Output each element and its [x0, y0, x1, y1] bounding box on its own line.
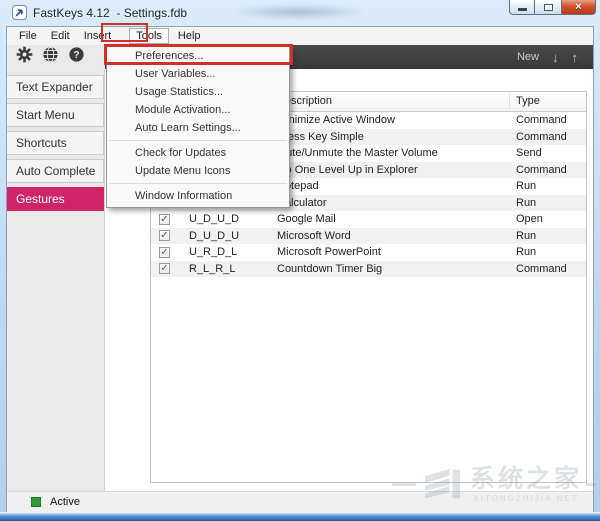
app-icon [12, 5, 27, 25]
watermark-subtitle: XITONGZHIJIA.NET [473, 494, 578, 503]
gesture-type: Open [516, 211, 543, 228]
table-row[interactable]: R_L_R_L Countdown Timer Big Command [151, 261, 586, 278]
quick-toolbar: ? [7, 45, 105, 69]
menu-separator [109, 140, 287, 141]
gesture-pattern: D_U_D_U [189, 228, 274, 245]
annotation-box-tools [101, 23, 148, 42]
tools-dropdown-menu: Preferences... User Variables... Usage S… [106, 44, 290, 208]
title-bar[interactable]: FastKeys 4.12 - Settings.fdb × [0, 0, 600, 26]
sidebar: Text Expander Start Menu Shortcuts Auto … [7, 69, 105, 491]
menu-item-check-for-updates[interactable]: Check for Updates [107, 144, 289, 162]
globe-icon[interactable] [42, 46, 59, 68]
table-row[interactable]: D_U_D_U Microsoft Word Run [151, 228, 586, 245]
close-button[interactable]: × [561, 0, 596, 15]
sidebar-item-shortcuts[interactable]: Shortcuts [7, 131, 104, 155]
screenshot-root: FastKeys 4.12 - Settings.fdb × File Edit… [0, 0, 600, 521]
gesture-description: Microsoft PowerPoint [277, 244, 582, 261]
sidebar-item-text-expander[interactable]: Text Expander [7, 75, 104, 99]
window-controls: × [509, 0, 596, 15]
gesture-description: Calculator [277, 195, 582, 212]
gesture-type: Command [516, 162, 567, 179]
table-row[interactable]: U_R_D_L Microsoft PowerPoint Run [151, 244, 586, 261]
new-button[interactable]: New [517, 51, 539, 63]
window-title: FastKeys 4.12 - Settings.fdb [33, 6, 187, 20]
gesture-pattern: R_L_R_L [189, 261, 274, 278]
taskbar-edge[interactable] [0, 512, 600, 521]
gesture-pattern: U_D_U_D [189, 211, 274, 228]
gesture-type: Run [516, 195, 536, 212]
menu-separator [109, 183, 287, 184]
minimize-icon [518, 8, 527, 11]
gesture-type: Command [516, 261, 567, 278]
watermark-text: 系统之家 XITONGZHIJIA.NET [470, 466, 582, 503]
menu-item-module-activation[interactable]: Module Activation... [107, 101, 289, 119]
menu-item-update-menu-icons[interactable]: Update Menu Icons [107, 162, 289, 180]
gesture-type: Run [516, 244, 536, 261]
row-checkbox[interactable] [159, 263, 170, 274]
help-icon[interactable]: ? [68, 46, 85, 68]
gesture-type: Send [516, 145, 542, 162]
annotation-box-preferences [104, 44, 293, 65]
menu-item-user-variables[interactable]: User Variables... [107, 65, 289, 83]
gesture-type: Run [516, 228, 536, 245]
maximize-icon [544, 4, 553, 11]
watermark: 系统之家 XITONGZHIJIA.NET [392, 465, 596, 503]
sidebar-item-start-menu[interactable]: Start Menu [7, 103, 104, 127]
active-status-label: Active [50, 496, 80, 508]
header-type[interactable]: Type [516, 95, 540, 107]
app-window: File Edit Insert Tools Help [6, 26, 594, 512]
menu-edit[interactable]: Edit [44, 29, 77, 43]
svg-text:?: ? [73, 50, 79, 61]
column-separator [509, 94, 510, 109]
minimize-button[interactable] [509, 0, 535, 15]
watermark-logo-icon [421, 465, 465, 503]
move-down-icon[interactable]: ↓ [552, 50, 559, 65]
menu-item-usage-statistics[interactable]: Usage Statistics... [107, 83, 289, 101]
sidebar-item-auto-complete[interactable]: Auto Complete [7, 159, 104, 183]
gesture-description: Microsoft Word [277, 228, 582, 245]
menu-bar: File Edit Insert Tools Help [7, 27, 593, 45]
row-checkbox[interactable] [159, 230, 170, 241]
gesture-description: Notepad [277, 178, 582, 195]
gesture-type: Run [516, 178, 536, 195]
menu-item-auto-learn-settings[interactable]: Auto Learn Settings... [107, 119, 289, 137]
gesture-pattern: U_R_D_L [189, 244, 274, 261]
watermark-title: 系统之家 [470, 466, 582, 492]
gesture-type: Command [516, 112, 567, 129]
gesture-type: Command [516, 129, 567, 146]
maximize-button[interactable] [535, 0, 561, 15]
menu-item-window-information[interactable]: Window Information [107, 187, 289, 205]
move-up-icon[interactable]: ↑ [572, 50, 579, 65]
menu-help[interactable]: Help [171, 29, 208, 43]
sidebar-item-gestures[interactable]: Gestures [7, 187, 104, 211]
gear-icon[interactable] [16, 46, 33, 68]
close-icon: × [575, 1, 581, 13]
row-checkbox[interactable] [159, 214, 170, 225]
row-checkbox[interactable] [159, 247, 170, 258]
menu-file[interactable]: File [12, 29, 44, 43]
table-row[interactable]: U_D_U_D Google Mail Open [151, 211, 586, 228]
active-status-icon [31, 497, 41, 507]
